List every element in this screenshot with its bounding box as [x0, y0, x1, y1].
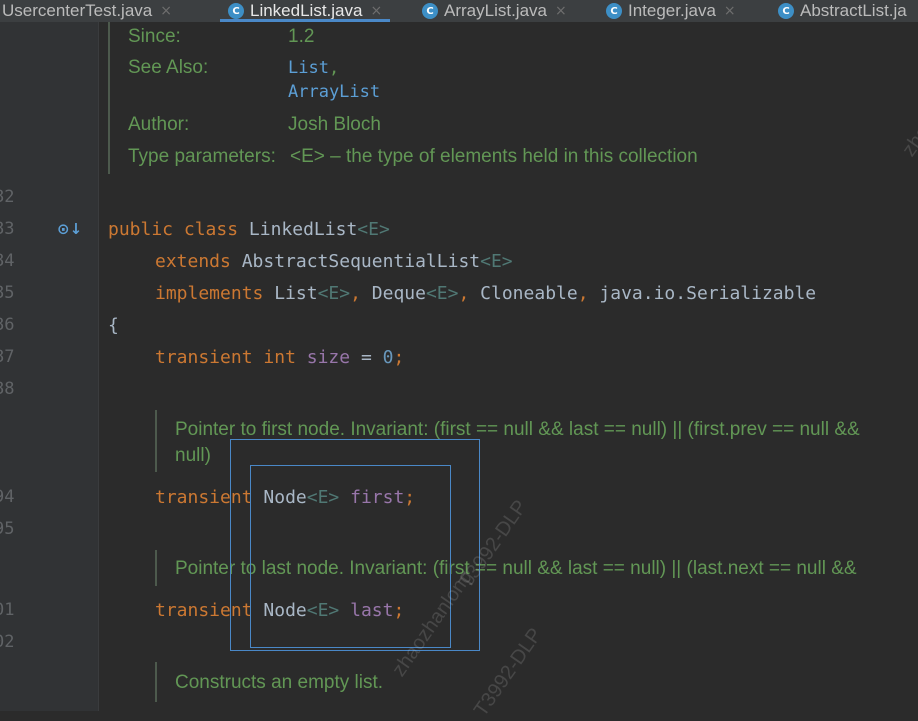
doc-block-bar — [108, 22, 110, 174]
gutter-separator — [98, 22, 99, 711]
java-class-icon: C — [228, 3, 244, 19]
type-param: <E> — [425, 283, 459, 304]
line-number: 02 — [0, 632, 15, 652]
tab-arraylist[interactable]: C ArrayList.java × — [422, 0, 567, 22]
close-icon[interactable]: × — [555, 3, 567, 19]
comma: , — [350, 283, 361, 304]
tab-label: LinkedList.java — [250, 1, 363, 20]
interface-name: Cloneable — [480, 283, 578, 304]
doc-type-params-label: Type parameters: — [128, 146, 276, 167]
keyword: extends — [155, 251, 231, 272]
tab-label: Integer.java — [628, 1, 716, 20]
doc-since-value: 1.2 — [288, 26, 315, 47]
doc-author-value: Josh Bloch — [288, 114, 381, 135]
link-text: List — [288, 58, 329, 78]
code-line-open-brace[interactable]: { — [108, 315, 119, 336]
line-number: 82 — [0, 187, 15, 207]
tab-label: AbstractList.ja — [800, 1, 907, 20]
line-number: 95 — [0, 519, 15, 539]
doc-block-bar — [155, 550, 157, 586]
type-param: <E> — [357, 219, 390, 240]
keyword: implements — [155, 283, 264, 304]
close-icon[interactable]: × — [370, 3, 382, 19]
code-line-implements[interactable]: implements List<E>, Deque<E>, Cloneable,… — [155, 283, 816, 304]
close-icon[interactable]: × — [160, 3, 172, 19]
tab-label: UsercenterTest.java — [2, 1, 153, 20]
code-line-size-field[interactable]: transient int size = 0; — [155, 347, 404, 368]
see-also-arraylist-link[interactable]: ArrayList — [288, 82, 380, 102]
java-class-icon: C — [778, 3, 794, 19]
operator: = — [350, 347, 383, 368]
interface-name: List — [274, 283, 318, 304]
doc-constructor: Constructs an empty list. — [175, 672, 384, 693]
java-class-icon: C — [606, 3, 622, 19]
implemented-override-icon[interactable]: ⊙↓ — [57, 220, 82, 238]
keyword: int — [263, 347, 296, 368]
number-literal: 0 — [382, 347, 394, 368]
super-class: AbstractSequentialList — [241, 251, 481, 272]
line-number: 83 — [0, 219, 15, 239]
comma: , — [577, 283, 589, 304]
line-number: 87 — [0, 347, 15, 367]
line-number: 86 — [0, 315, 15, 335]
watermark-text: zhao — [898, 112, 918, 161]
doc-author-label: Author: — [128, 114, 190, 135]
editor-tab-bar: C UsercenterTest.java × C LinkedList.jav… — [0, 0, 918, 22]
line-number: 84 — [0, 251, 15, 271]
tab-linkedlist[interactable]: C LinkedList.java × — [219, 0, 391, 22]
tab-integer[interactable]: C Integer.java × — [606, 0, 736, 22]
keyword: transient — [155, 347, 253, 368]
comma: , — [458, 283, 470, 304]
type-param: <E> — [317, 283, 351, 304]
doc-block-bar — [155, 410, 157, 472]
code-line-class-decl[interactable]: public class LinkedList<E> — [108, 219, 390, 240]
doc-since-label: Since: — [128, 26, 181, 47]
java-class-icon: C — [422, 3, 438, 19]
code-line-extends[interactable]: extends AbstractSequentialList<E> — [155, 251, 513, 272]
line-number: 94 — [0, 487, 15, 507]
keyword: class — [183, 219, 239, 240]
tab-abstractlist[interactable]: C AbstractList.ja — [778, 0, 907, 22]
field-name: size — [306, 347, 351, 368]
tab-usercentertest[interactable]: C UsercenterTest.java × — [0, 0, 172, 22]
type-param: <E> — [480, 251, 513, 272]
doc-block-bar — [155, 662, 157, 702]
close-icon[interactable]: × — [724, 3, 736, 19]
doc-see-also-label: See Also: — [128, 57, 209, 78]
see-also-list-link[interactable]: List, — [288, 58, 339, 78]
watermark-text: T3992-DLP — [470, 624, 547, 721]
tab-label: ArrayList.java — [444, 1, 547, 20]
line-number-gutter[interactable] — [0, 22, 99, 711]
line-number: 88 — [0, 379, 15, 399]
doc-first-line2: null) — [175, 445, 211, 466]
interface-name: java.io.Serializable — [599, 283, 817, 304]
keyword: public — [108, 219, 174, 240]
line-number: 85 — [0, 283, 15, 303]
class-name: LinkedList — [248, 219, 358, 240]
line-number: 01 — [0, 600, 15, 620]
comma: , — [328, 58, 340, 78]
semicolon: ; — [393, 347, 405, 368]
doc-first-line1: Pointer to first node. Invariant: (first… — [175, 419, 860, 440]
doc-type-params-value: <E> – the type of elements held in this … — [290, 146, 698, 167]
interface-name: Deque — [371, 283, 426, 304]
